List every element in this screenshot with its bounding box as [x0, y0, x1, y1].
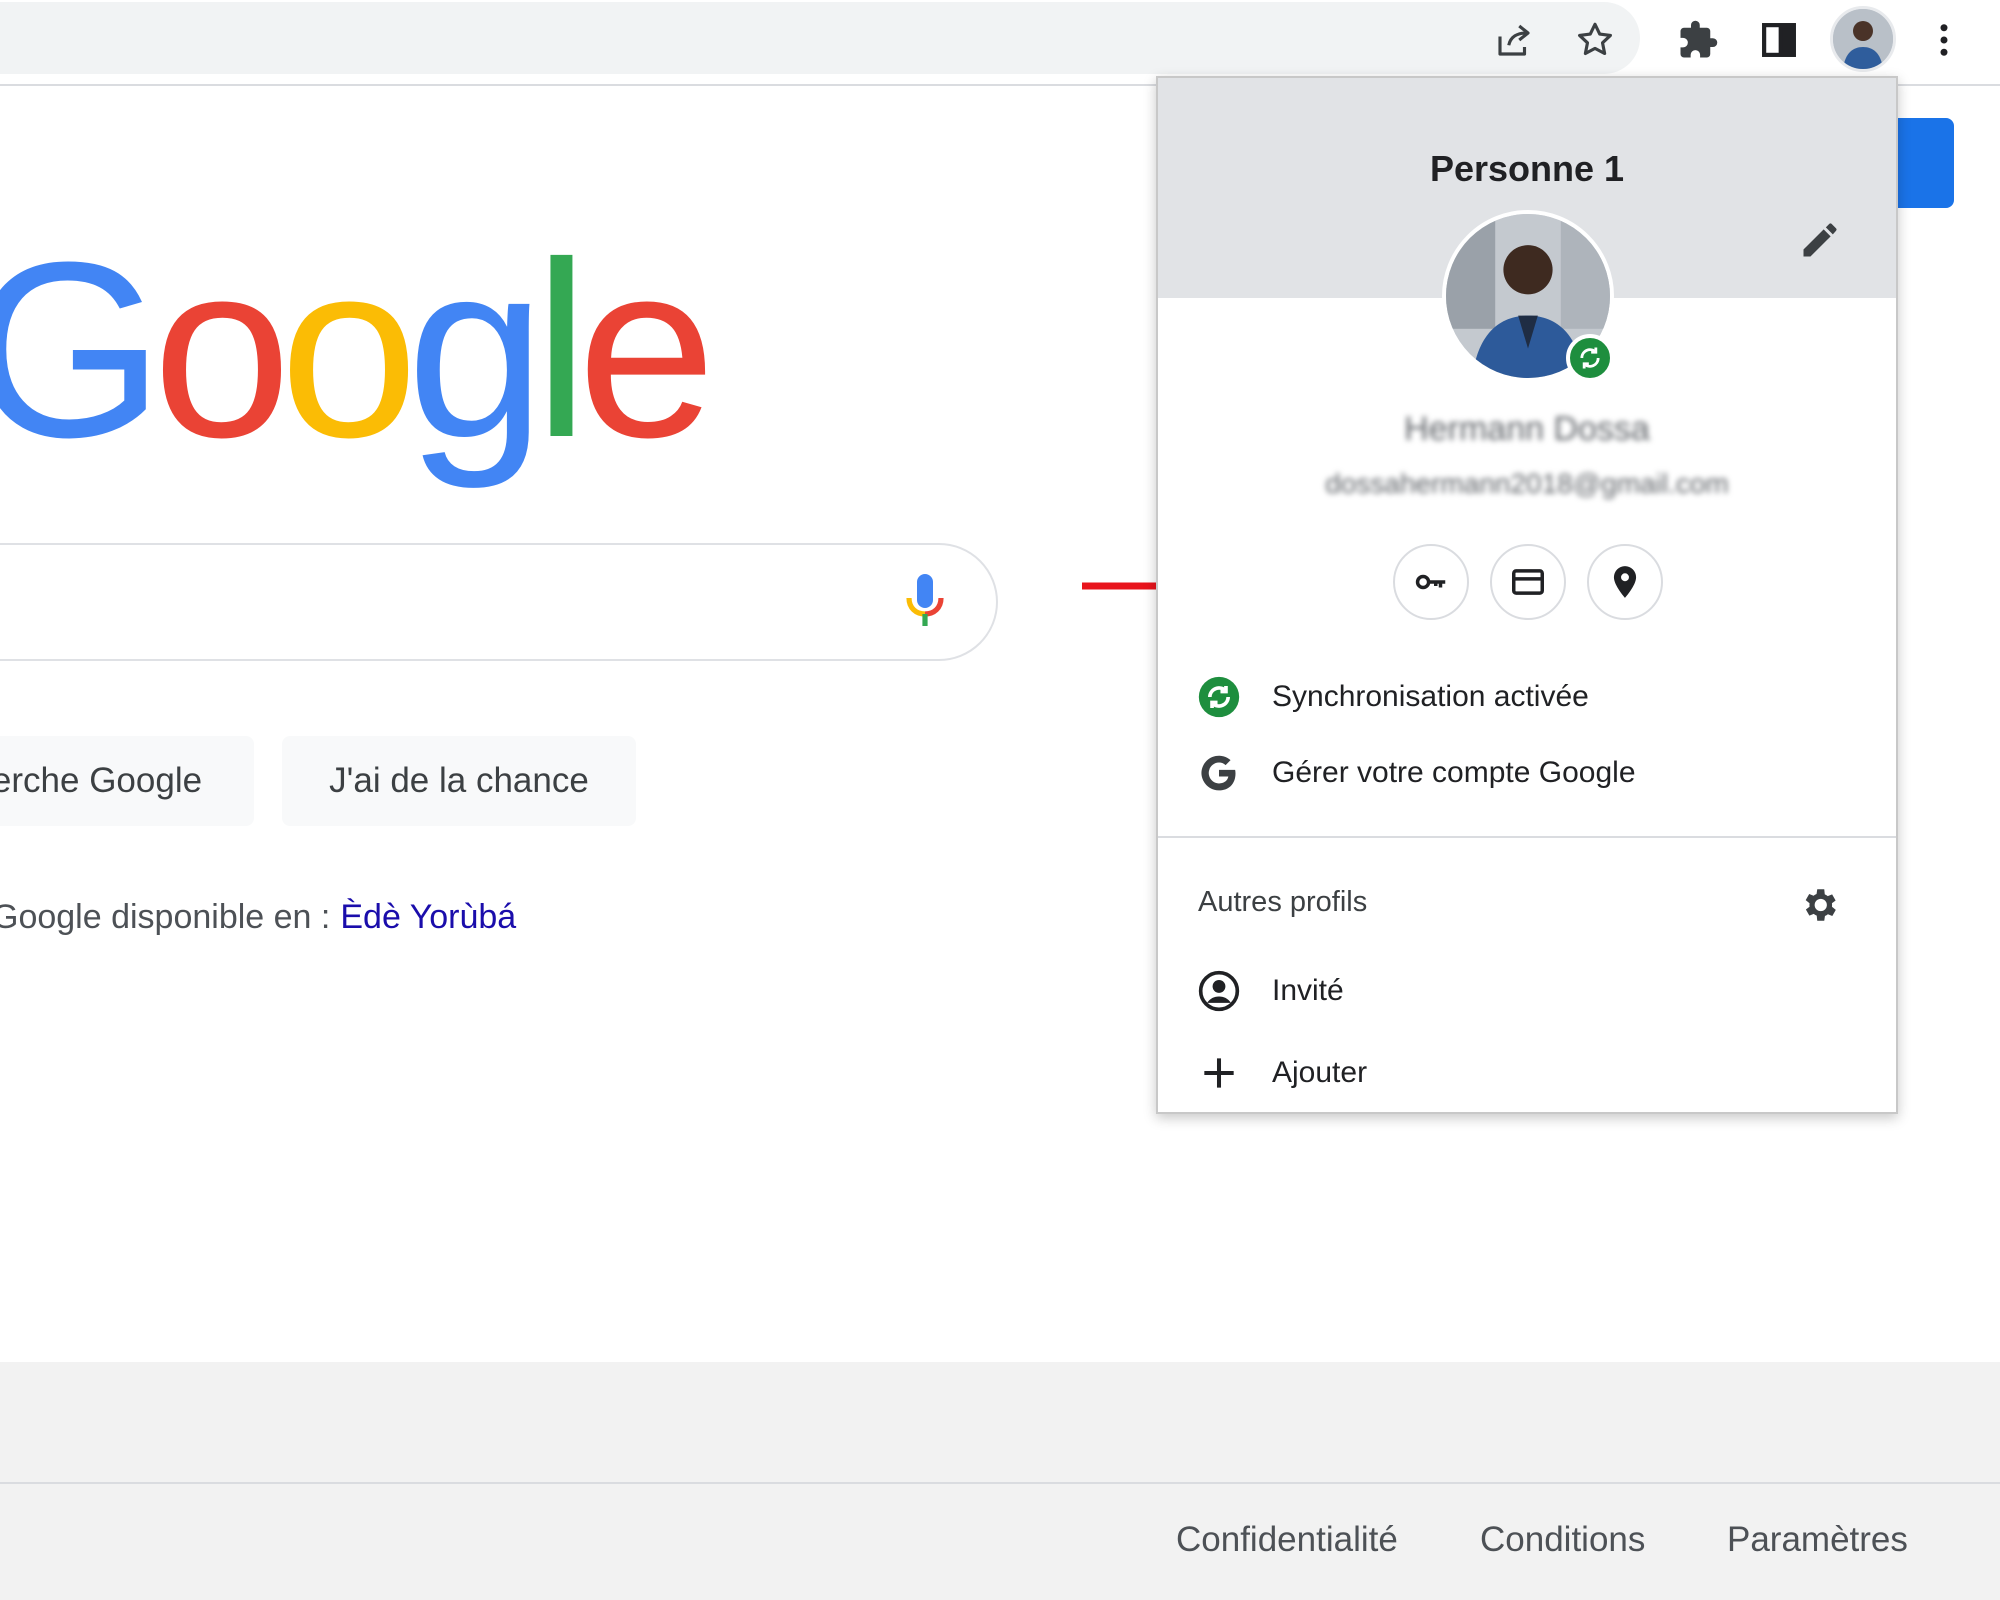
logo-letter-e: e — [577, 210, 716, 489]
logo-letter-l: l — [533, 210, 589, 489]
sync-status-row[interactable]: Synchronisation activée — [1158, 662, 1896, 732]
sync-status-label: Synchronisation activée — [1272, 680, 1589, 713]
guest-account-icon — [1196, 968, 1242, 1014]
page-footer — [0, 1362, 2000, 1600]
footer-link-privacy[interactable]: Confidentialité — [1176, 1520, 1398, 1560]
bookmark-star-icon[interactable] — [1565, 10, 1625, 70]
language-link-yoruba[interactable]: Èdè Yorùbá — [340, 898, 516, 936]
passwords-key-icon[interactable] — [1393, 544, 1469, 620]
language-offer: Google disponible en : Èdè Yorùbá — [0, 898, 516, 937]
lucky-button[interactable]: J'ai de la chance — [282, 736, 636, 826]
more-menu-icon[interactable] — [1914, 10, 1974, 70]
share-icon[interactable] — [1484, 10, 1544, 70]
profile-user-name: Hermann Dossa — [1404, 410, 1650, 448]
plus-icon — [1196, 1050, 1242, 1096]
browser-toolbar — [0, 0, 2000, 86]
footer-divider — [0, 1482, 2000, 1484]
panel-divider — [1158, 836, 1896, 838]
language-prefix: Google disponible en : — [0, 898, 331, 936]
address-bar[interactable] — [0, 2, 1640, 74]
guest-profile-label: Invité — [1272, 974, 1344, 1007]
profile-avatar[interactable] — [1830, 6, 1896, 72]
other-profiles-heading: Autres profils — [1198, 886, 1368, 918]
profile-user-email: dossahermann2018@gmail.com — [1325, 468, 1729, 499]
manage-profiles-gear-icon[interactable] — [1798, 884, 1840, 926]
extensions-puzzle-icon[interactable] — [1668, 10, 1728, 70]
add-profile-row[interactable]: Ajouter — [1158, 1038, 1896, 1108]
sync-on-icon — [1196, 674, 1242, 720]
payment-card-icon[interactable] — [1490, 544, 1566, 620]
addresses-pin-icon[interactable] — [1587, 544, 1663, 620]
google-logo: Google — [0, 210, 716, 489]
guest-profile-row[interactable]: Invité — [1158, 956, 1896, 1026]
google-g-icon — [1196, 750, 1242, 796]
sync-badge-icon — [1566, 334, 1614, 382]
side-panel-icon[interactable] — [1749, 10, 1809, 70]
search-input[interactable] — [0, 543, 998, 661]
profile-title: Personne 1 — [1429, 148, 1625, 189]
logo-letter-o1: o — [152, 210, 291, 489]
logo-letter-o2: o — [279, 210, 419, 489]
microphone-icon[interactable] — [900, 572, 950, 632]
profile-menu-panel: Personne 1 Hermann Dossa dossahermann201… — [1156, 76, 1898, 1114]
footer-link-settings[interactable]: Paramètres — [1727, 1520, 1908, 1560]
logo-letter-g2: g — [406, 210, 546, 489]
manage-account-row[interactable]: Gérer votre compte Google — [1158, 738, 1896, 808]
footer-link-terms[interactable]: Conditions — [1480, 1520, 1645, 1560]
add-profile-label: Ajouter — [1272, 1056, 1368, 1089]
logo-letter-g: G — [0, 210, 164, 489]
google-search-button[interactable]: erche Google — [0, 736, 254, 826]
edit-pencil-icon[interactable] — [1798, 218, 1842, 262]
sign-in-button[interactable] — [1890, 118, 1954, 208]
manage-account-label: Gérer votre compte Google — [1272, 756, 1636, 789]
